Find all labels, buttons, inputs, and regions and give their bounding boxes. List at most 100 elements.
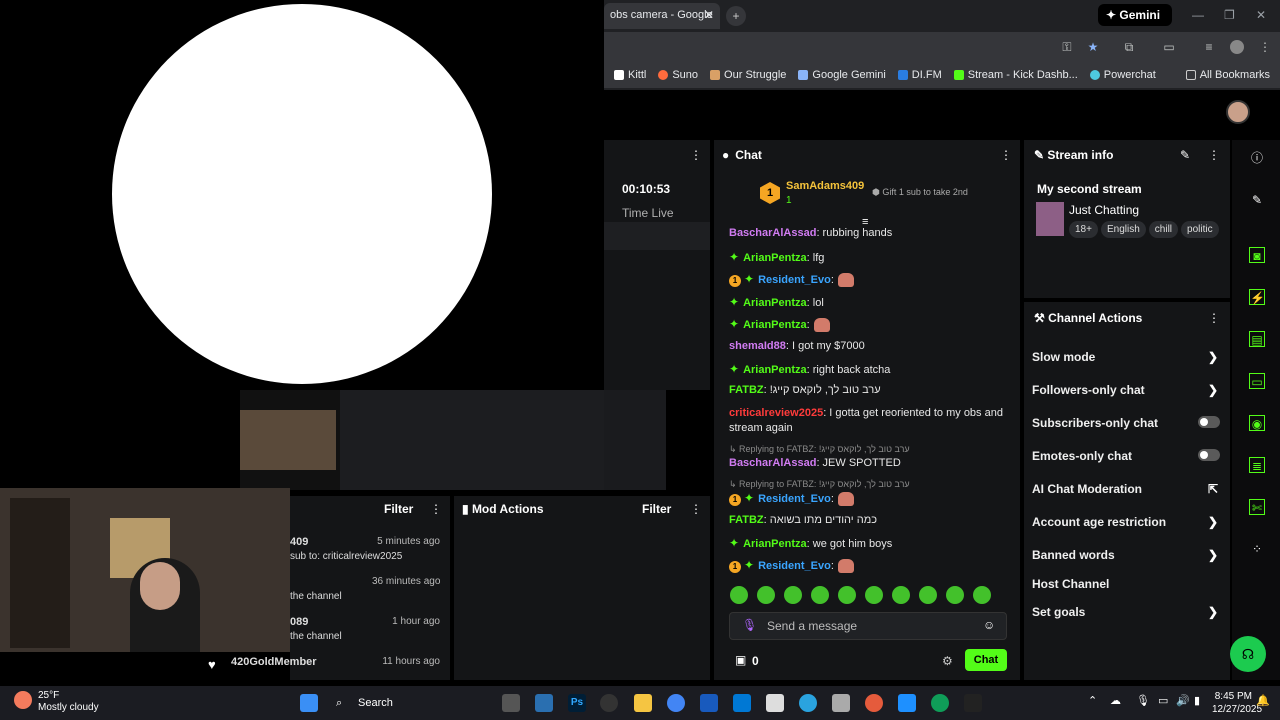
edge-icon[interactable] [931,694,949,712]
bookmark-suno[interactable]: Suno [658,69,698,81]
obs-icon[interactable] [600,694,618,712]
document-icon[interactable]: ▤ [1249,331,1265,347]
profile-icon[interactable] [1230,40,1244,54]
channel-action-row[interactable]: AI Chat Moderation ⇱ [1032,482,1222,496]
mod-menu-icon[interactable]: ⋮ [690,502,702,516]
taskbar-clock[interactable]: 8:45 PM 12/27/2025 [1212,690,1262,716]
notification-bell-icon[interactable]: 🔔 [1256,694,1270,707]
cast-icon[interactable]: ▭ [1162,40,1176,54]
emote-icon[interactable] [811,586,829,604]
chat-username[interactable]: ArianPentza [743,297,807,309]
gemini-button[interactable]: ✦ Gemini [1098,4,1172,26]
browser-tab[interactable]: obs camera - Google ✕ [604,3,720,29]
channel-action-row[interactable]: Subscribers-only chat [1032,416,1222,430]
reply-context[interactable]: ↳ Replying to FATBZ: !ערב טוב לך, לוקאס … [729,444,910,455]
toggle-switch[interactable] [1198,449,1220,461]
file-explorer-icon[interactable] [634,694,652,712]
chat-username[interactable]: Resident_Evo [758,560,831,572]
minimize-icon[interactable]: — [1192,8,1204,22]
dots-cluster-icon[interactable]: ⁘ [1249,541,1265,557]
chat-username[interactable]: FATBZ [729,514,764,526]
emote-icon[interactable] [892,586,910,604]
bookmark-google-gemini[interactable]: Google Gemini [798,69,886,81]
chat-username[interactable]: Resident_Evo [758,274,831,286]
notepad-icon[interactable] [766,694,784,712]
all-bookmarks[interactable]: All Bookmarks [1185,69,1270,81]
emote-icon[interactable] [973,586,991,604]
chat-username[interactable]: ArianPentza [743,319,807,331]
extensions-icon[interactable]: ⧉ [1122,40,1136,54]
panel-menu-icon[interactable]: ⋮ [690,148,702,162]
list-icon[interactable]: ≣ [1249,457,1265,473]
calculator-icon[interactable] [535,694,553,712]
network-icon[interactable]: ▭ [1158,694,1168,707]
menu-kebab-icon[interactable]: ⋮ [1258,40,1272,54]
onedrive-icon[interactable]: ☁ [1110,694,1121,707]
taskbar-search[interactable]: ⌕ Search [330,692,490,714]
chat-send-button[interactable]: Chat [965,649,1007,671]
telegram-icon[interactable] [799,694,817,712]
microphone-icon[interactable]: 🎙 [742,618,757,632]
channel-action-row[interactable]: Banned words ❯ [1032,548,1222,562]
snipping-tool-icon[interactable] [832,694,850,712]
reply-context[interactable]: ↳ Replying to FATBZ: !ערב טוב לך, לוקאס … [729,479,910,490]
volume-icon[interactable]: 🔊 [1176,694,1190,707]
media-icon[interactable]: ≡ [1202,40,1216,54]
chat-rail-icon[interactable]: ▭ [1249,373,1265,389]
bookmark-kittl[interactable]: Kittl [614,69,646,81]
weather-widget[interactable]: 25°F Mostly cloudy [38,690,99,714]
channel-action-row[interactable]: Followers-only chat ❯ [1032,383,1222,397]
broadcast-icon[interactable]: ◉ [1249,415,1265,431]
photoshop-icon[interactable]: Ps [568,694,586,712]
pen-icon[interactable]: ✎ [1249,192,1265,208]
bookmark-our-struggle[interactable]: Our Struggle [710,69,786,81]
channel-actions-menu-icon[interactable]: ⋮ [1208,311,1220,325]
support-button[interactable]: ☊ [1230,636,1266,672]
channel-action-row[interactable]: Emotes-only chat [1032,449,1222,463]
toggle-switch[interactable] [1198,416,1220,428]
close-tab-icon[interactable]: ✕ [704,8,714,22]
chat-username[interactable]: ArianPentza [743,538,807,550]
store-icon[interactable] [898,694,916,712]
gift-sub-prompt[interactable]: ⬢ Gift 1 sub to take 2nd [872,187,968,198]
activity-user[interactable]: 409 [290,536,308,548]
chat-username[interactable]: criticalreview2025 [729,407,823,419]
emote-icon[interactable] [919,586,937,604]
maximize-icon[interactable]: ❐ [1224,8,1235,22]
windows-start-icon[interactable] [300,694,318,712]
bookmark-powerchat[interactable]: Powerchat [1089,69,1156,81]
user-avatar[interactable] [1226,100,1250,124]
word-icon[interactable] [700,694,718,712]
chat-menu-icon[interactable]: ⋮ [1000,148,1012,162]
firefox-icon[interactable] [865,694,883,712]
emote-icon[interactable] [784,586,802,604]
edit-pencil-icon[interactable]: ✎ [1180,148,1190,162]
tools-icon[interactable]: ✄ [1249,499,1265,515]
chrome-icon[interactable] [667,694,685,712]
info-icon[interactable]: ⓘ [1249,150,1265,166]
bookmark-star-icon[interactable]: ★ [1086,40,1100,54]
channel-action-row[interactable]: Account age restriction ❯ [1032,515,1222,529]
bookmark-kick-dashboard[interactable]: Stream - Kick Dashb... [953,69,1078,81]
pinned-gifter[interactable]: SamAdams409 [786,180,864,192]
chat-username[interactable]: ArianPentza [743,252,807,264]
channel-action-row[interactable]: Set goals ❯ [1032,605,1222,619]
channel-action-row[interactable]: Slow mode ❯ [1032,350,1222,364]
stream-info-menu-icon[interactable]: ⋮ [1208,148,1220,162]
activity-user[interactable]: 089 [290,616,308,628]
camera-icon[interactable]: ◙ [1249,247,1265,263]
chat-username[interactable]: shemaId88 [729,340,786,352]
emote-icon[interactable] [865,586,883,604]
activity-user[interactable]: 420GoldMember [231,656,317,668]
chat-username[interactable]: Resident_Evo [758,493,831,505]
chat-username[interactable]: BascharAlAssad [729,457,816,469]
tray-chevron-icon[interactable]: ⌃ [1088,694,1097,707]
activity-filter[interactable]: Filter [384,502,413,516]
lightning-icon[interactable]: ⚡ [1249,289,1265,305]
task-view-icon[interactable] [502,694,520,712]
mic-tray-icon[interactable]: 🎙 [1136,694,1150,707]
channel-action-row[interactable]: Host Channel [1032,577,1222,591]
close-window-icon[interactable]: ✕ [1256,8,1266,22]
outlook-icon[interactable] [733,694,751,712]
bookmark-difm[interactable]: DI.FM [897,69,942,81]
